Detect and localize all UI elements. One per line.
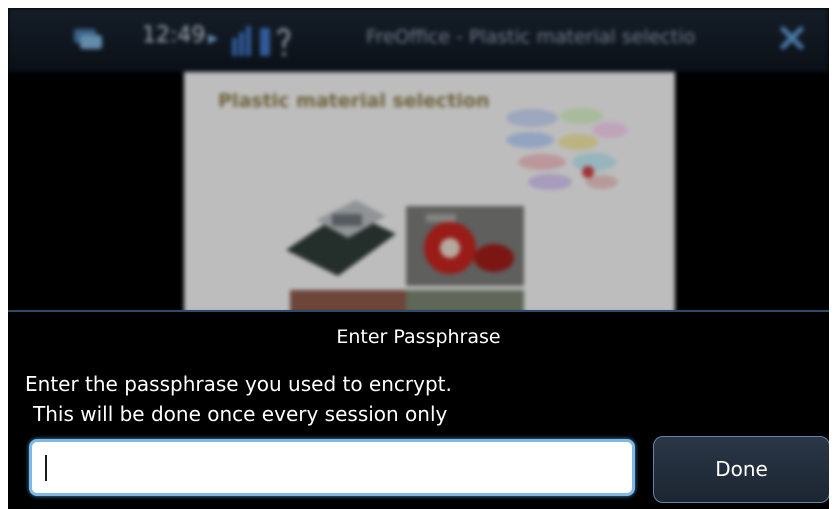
close-icon[interactable] — [780, 26, 804, 50]
presentation-slide: Plastic material selection — [184, 72, 675, 313]
device-screen: 12:49 FreOffice - Plastic material selec… — [8, 8, 829, 509]
document-view[interactable]: Plastic material selection — [8, 72, 829, 313]
material-chart-image — [506, 108, 628, 190]
status-clock[interactable]: 12:49 — [142, 23, 205, 48]
dialog-title: Enter Passphrase — [336, 326, 501, 348]
status-indicators-icon[interactable] — [230, 20, 294, 60]
part-photo-image — [286, 200, 396, 276]
slide-title: Plastic material selection — [218, 90, 490, 112]
rotor-photo-image — [406, 206, 524, 286]
dropdown-arrow-icon — [208, 34, 218, 44]
done-button[interactable]: Done — [653, 436, 829, 503]
passphrase-input[interactable] — [29, 439, 635, 496]
dialog-message: Enter the passphrase you used to encrypt… — [25, 369, 452, 429]
dialog-message-line-2: This will be done once every session onl… — [33, 402, 448, 426]
dialog-message-line-1: Enter the passphrase you used to encrypt… — [25, 372, 452, 396]
task-switcher-icon[interactable] — [70, 24, 106, 54]
background-app: 12:49 FreOffice - Plastic material selec… — [8, 8, 829, 313]
window-title: FreOffice - Plastic material selectio — [366, 26, 696, 48]
status-bar: 12:49 FreOffice - Plastic material selec… — [8, 8, 829, 72]
text-cursor — [45, 455, 47, 481]
passphrase-dialog: Enter Passphrase Enter the passphrase yo… — [8, 310, 829, 509]
